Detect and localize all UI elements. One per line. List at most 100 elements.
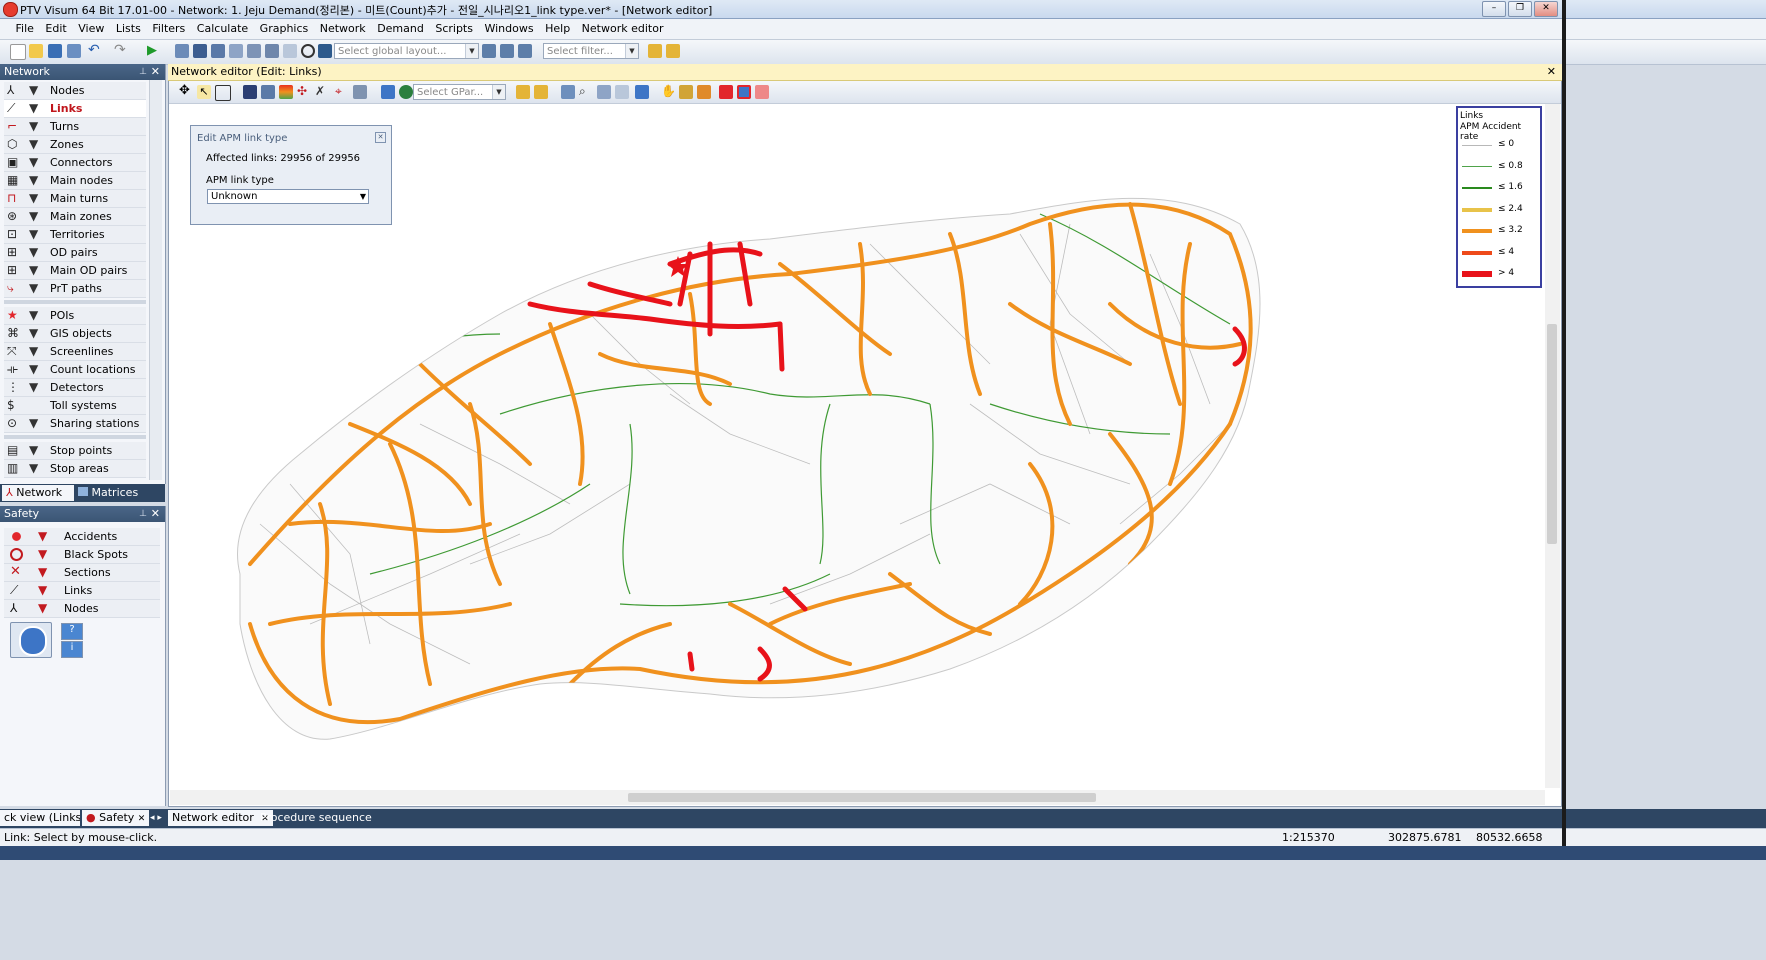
scrollbar-thumb[interactable] — [1547, 324, 1557, 544]
menu-graphics[interactable]: Graphics — [256, 19, 313, 39]
menu-calculate[interactable]: Calculate — [193, 19, 252, 39]
filter-icon[interactable]: ▼ — [29, 416, 38, 430]
filter-icon[interactable]: ▼ — [38, 601, 47, 615]
forward-icon[interactable] — [615, 85, 629, 99]
layout-options-icon[interactable] — [518, 44, 532, 58]
sidebar-item-links[interactable]: ⟋ ▼ Links — [4, 100, 146, 118]
network-panel-scrollbar[interactable] — [149, 80, 162, 480]
safety-item-sections[interactable]: ✕ ▼ Sections — [4, 564, 160, 582]
globe-icon[interactable] — [399, 85, 413, 99]
open-folder-icon[interactable] — [29, 44, 43, 58]
sidebar-item-territories[interactable]: ⊡ ▼ Territories — [4, 226, 146, 244]
filter-icon[interactable]: ▼ — [29, 83, 38, 97]
view-icon[interactable] — [635, 85, 649, 99]
sidebar-item-nodes[interactable]: ⅄ ▼ Nodes — [4, 82, 146, 100]
map-horizontal-scrollbar[interactable] — [170, 790, 1545, 805]
gpar-select[interactable]: Select GPar... ▼ — [413, 84, 506, 100]
save-icon[interactable] — [48, 44, 62, 58]
filter-icon[interactable]: ▼ — [29, 245, 38, 259]
sidebar-item-stop-points[interactable]: ▤ ▼ Stop points — [4, 442, 146, 460]
zoom-icon[interactable]: ⌕ — [579, 85, 593, 99]
info-icon[interactable]: i — [61, 641, 83, 658]
scrollbar-thumb[interactable] — [628, 793, 1096, 802]
list-view-icon[interactable] — [261, 85, 275, 99]
close-icon[interactable]: ✕ — [375, 132, 386, 143]
filter-icon[interactable]: ▼ — [29, 326, 38, 340]
binoculars-icon[interactable] — [243, 85, 257, 99]
sidebar-item-stop-areas[interactable]: ▥ ▼ Stop areas — [4, 460, 146, 478]
filter-icon[interactable]: ▼ — [38, 565, 47, 579]
sidebar-item-toll-systems[interactable]: $▼Toll systems — [4, 397, 146, 415]
filter-icon[interactable]: ▼ — [29, 173, 38, 187]
maximize-button[interactable]: ❐ — [1508, 1, 1532, 17]
filter-icon[interactable]: ▼ — [29, 443, 38, 457]
classification-icon[interactable] — [279, 85, 293, 99]
run-icon[interactable]: ▶ — [147, 44, 161, 58]
menu-help[interactable]: Help — [541, 19, 574, 39]
menu-scripts[interactable]: Scripts — [431, 19, 477, 39]
sidebar-item-detectors[interactable]: ⋮ ▼ Detectors — [4, 379, 146, 397]
filter-icon[interactable]: ▼ — [29, 308, 38, 322]
menu-lists[interactable]: Lists — [112, 19, 145, 39]
gpar-save-icon[interactable] — [534, 85, 548, 99]
filter-icon[interactable]: ▼ — [29, 191, 38, 205]
safety-item-black-spots[interactable]: ▼ Black Spots — [4, 546, 160, 564]
filter-icon[interactable]: ▼ — [38, 583, 47, 597]
filter-icon[interactable]: ▼ — [29, 227, 38, 241]
zoom-extent-icon[interactable] — [561, 85, 575, 99]
filter-icon[interactable]: ▼ — [29, 461, 38, 475]
pencil-icon[interactable] — [697, 85, 711, 99]
measure-icon[interactable] — [679, 85, 693, 99]
tab-safety[interactable]: ● Safety ✕ — [82, 810, 150, 826]
filter-icon[interactable]: ▼ — [29, 155, 38, 169]
sidebar-item-connectors[interactable]: ▣ ▼ Connectors — [4, 154, 146, 172]
filter-icon[interactable]: ▼ — [29, 263, 38, 277]
menu-network[interactable]: Network — [316, 19, 370, 39]
sidebar-item-prt-paths[interactable]: ⤷ ▼ PrT paths — [4, 280, 146, 298]
list-icon[interactable] — [229, 44, 243, 58]
pointer-icon[interactable]: ↖ — [197, 85, 211, 99]
gpar-open-icon[interactable] — [516, 85, 530, 99]
back-icon[interactable] — [597, 85, 611, 99]
filter-icon[interactable]: ▼ — [38, 529, 47, 543]
safety-item-nodes[interactable]: ⅄ ▼ Nodes — [4, 600, 160, 618]
marker-icon[interactable] — [755, 85, 769, 99]
save-as-icon[interactable] — [67, 44, 81, 58]
sidebar-item-gis-objects[interactable]: ⌘ ▼ GIS objects — [4, 325, 146, 343]
close-icon[interactable]: ✕ — [151, 64, 160, 80]
close-icon[interactable]: ✕ — [138, 814, 146, 824]
filter-icon[interactable]: ▼ — [38, 547, 47, 561]
home-icon[interactable] — [193, 44, 207, 58]
graphics-icon[interactable] — [283, 44, 297, 58]
sidebar-item-main-zones[interactable]: ⊛ ▼ Main zones — [4, 208, 146, 226]
menu-file[interactable]: File — [12, 19, 38, 39]
sidebar-item-screenlines[interactable]: ⤧ ▼ Screenlines — [4, 343, 146, 361]
sidebar-item-pois[interactable]: ★ ▼ POIs — [4, 307, 146, 325]
menu-demand[interactable]: Demand — [373, 19, 428, 39]
undo-icon[interactable]: ↶ — [88, 43, 102, 58]
filter-open-icon[interactable] — [648, 44, 662, 58]
tab-scroll-arrows[interactable]: ◂ ▸ — [146, 810, 166, 826]
print-icon[interactable] — [353, 85, 367, 99]
circle-icon[interactable] — [301, 44, 315, 58]
menu-edit[interactable]: Edit — [41, 19, 70, 39]
safety-item-accidents[interactable]: ▼ Accidents — [4, 528, 160, 546]
select-area-icon[interactable] — [215, 85, 231, 101]
matrix-icon[interactable] — [247, 44, 261, 58]
pin-icon[interactable]: ⊥ — [139, 506, 147, 522]
snap-icon[interactable] — [737, 85, 751, 99]
app-icon[interactable] — [3, 2, 18, 17]
layout-icon[interactable] — [318, 44, 332, 58]
sidebar-item-main-turns[interactable]: ⊓ ▼ Main turns — [4, 190, 146, 208]
sidebar-item-turns[interactable]: ⌐ ▼ Turns — [4, 118, 146, 136]
sidebar-item-main-od-pairs[interactable]: ⊞ ▼ Main OD pairs — [4, 262, 146, 280]
sidebar-item-sharing-stations[interactable]: ⊙ ▼ Sharing stations — [4, 415, 146, 433]
filter-icon[interactable]: ▼ — [29, 101, 38, 115]
report-button[interactable] — [10, 622, 52, 658]
pin-icon[interactable]: ⊥ — [139, 64, 147, 80]
cross-icon[interactable]: ✗ — [315, 85, 329, 99]
menu-network-editor[interactable]: Network editor — [578, 19, 668, 39]
help-icon[interactable]: ? — [61, 623, 83, 640]
menu-windows[interactable]: Windows — [480, 19, 537, 39]
menu-view[interactable]: View — [74, 19, 108, 39]
